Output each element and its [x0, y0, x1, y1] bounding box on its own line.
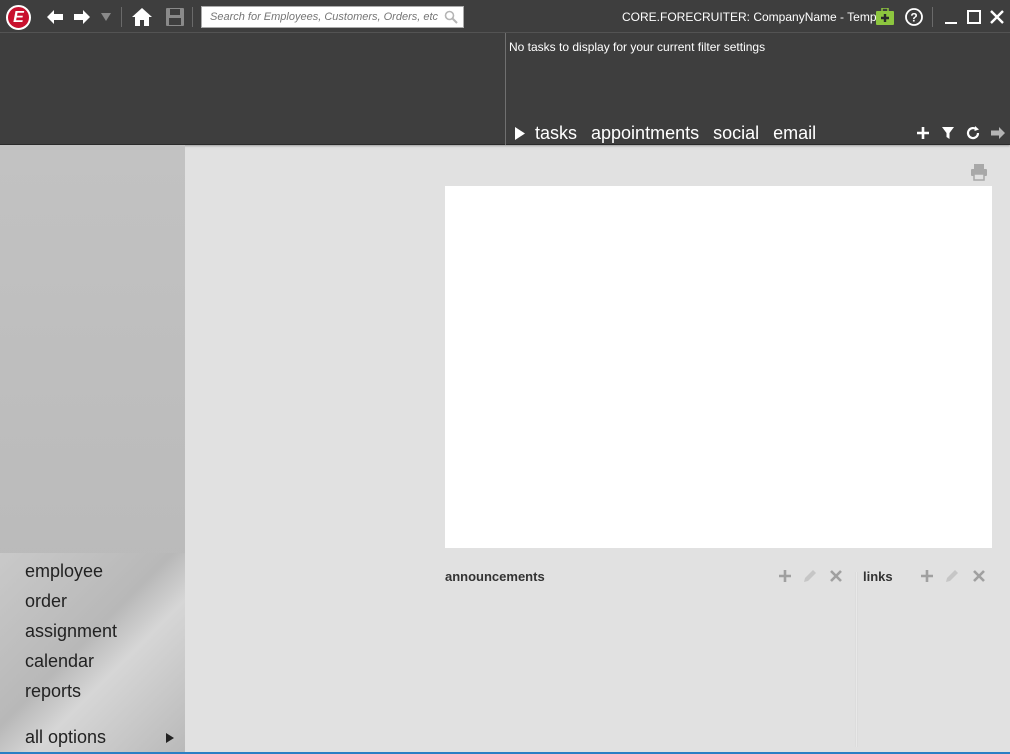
link-edit-icon[interactable] [944, 568, 960, 584]
content-panel [445, 186, 992, 548]
announcement-add-icon[interactable] [777, 568, 793, 584]
announcement-delete-icon[interactable] [828, 568, 844, 584]
forward-icon[interactable] [989, 124, 1007, 142]
task-actions [914, 124, 1007, 142]
section-divider [855, 572, 858, 747]
top-toolbar: E CORE.FORECRUITER: CompanyName - Temp ? [0, 0, 1010, 33]
link-delete-icon[interactable] [971, 568, 987, 584]
nav-item-employee[interactable]: employee [25, 561, 103, 582]
minimize-icon[interactable] [940, 6, 962, 28]
task-panel: No tasks to display for your current fil… [0, 33, 1010, 145]
task-empty-message: No tasks to display for your current fil… [509, 40, 766, 54]
nav-menu: employee order assignment calendar repor… [0, 553, 185, 754]
search-box [201, 6, 464, 28]
save-icon[interactable] [164, 6, 186, 28]
close-icon[interactable] [986, 6, 1008, 28]
tab-appointments[interactable]: appointments [591, 123, 699, 144]
nav-item-all-options[interactable]: all options [25, 727, 106, 748]
back-arrow-icon[interactable] [44, 6, 66, 28]
tab-email[interactable]: email [773, 123, 816, 144]
app-title: CORE.FORECRUITER: CompanyName - Temp [622, 10, 877, 24]
toolbar-separator [121, 7, 122, 27]
help-icon[interactable]: ? [903, 6, 925, 28]
announcement-edit-icon[interactable] [802, 568, 818, 584]
nav-item-reports[interactable]: reports [25, 681, 81, 702]
link-add-icon[interactable] [919, 568, 935, 584]
forward-arrow-icon[interactable] [71, 6, 93, 28]
maximize-icon[interactable] [963, 6, 985, 28]
tab-social[interactable]: social [713, 123, 759, 144]
new-record-icon[interactable] [874, 6, 896, 28]
toolbar-separator [932, 7, 933, 27]
expand-arrow-icon[interactable] [165, 731, 175, 749]
home-icon[interactable] [131, 6, 153, 28]
add-icon[interactable] [914, 124, 932, 142]
task-tabs: tasks appointments social email [514, 121, 830, 145]
links-title: links [863, 569, 893, 584]
announcements-title: announcements [445, 569, 545, 584]
filter-icon[interactable] [939, 124, 957, 142]
tab-tasks[interactable]: tasks [535, 123, 577, 144]
nav-item-assignment[interactable]: assignment [25, 621, 117, 642]
print-icon[interactable] [969, 162, 989, 182]
toolbar-separator [192, 7, 193, 27]
play-icon[interactable] [514, 126, 528, 140]
task-panel-divider [505, 33, 506, 145]
refresh-icon[interactable] [964, 124, 982, 142]
nav-item-order[interactable]: order [25, 591, 67, 612]
search-input[interactable] [202, 7, 438, 27]
search-icon[interactable] [444, 10, 458, 29]
svg-text:?: ? [910, 11, 917, 25]
app-logo[interactable]: E [6, 5, 31, 30]
dropdown-icon[interactable] [95, 6, 117, 28]
nav-item-calendar[interactable]: calendar [25, 651, 94, 672]
